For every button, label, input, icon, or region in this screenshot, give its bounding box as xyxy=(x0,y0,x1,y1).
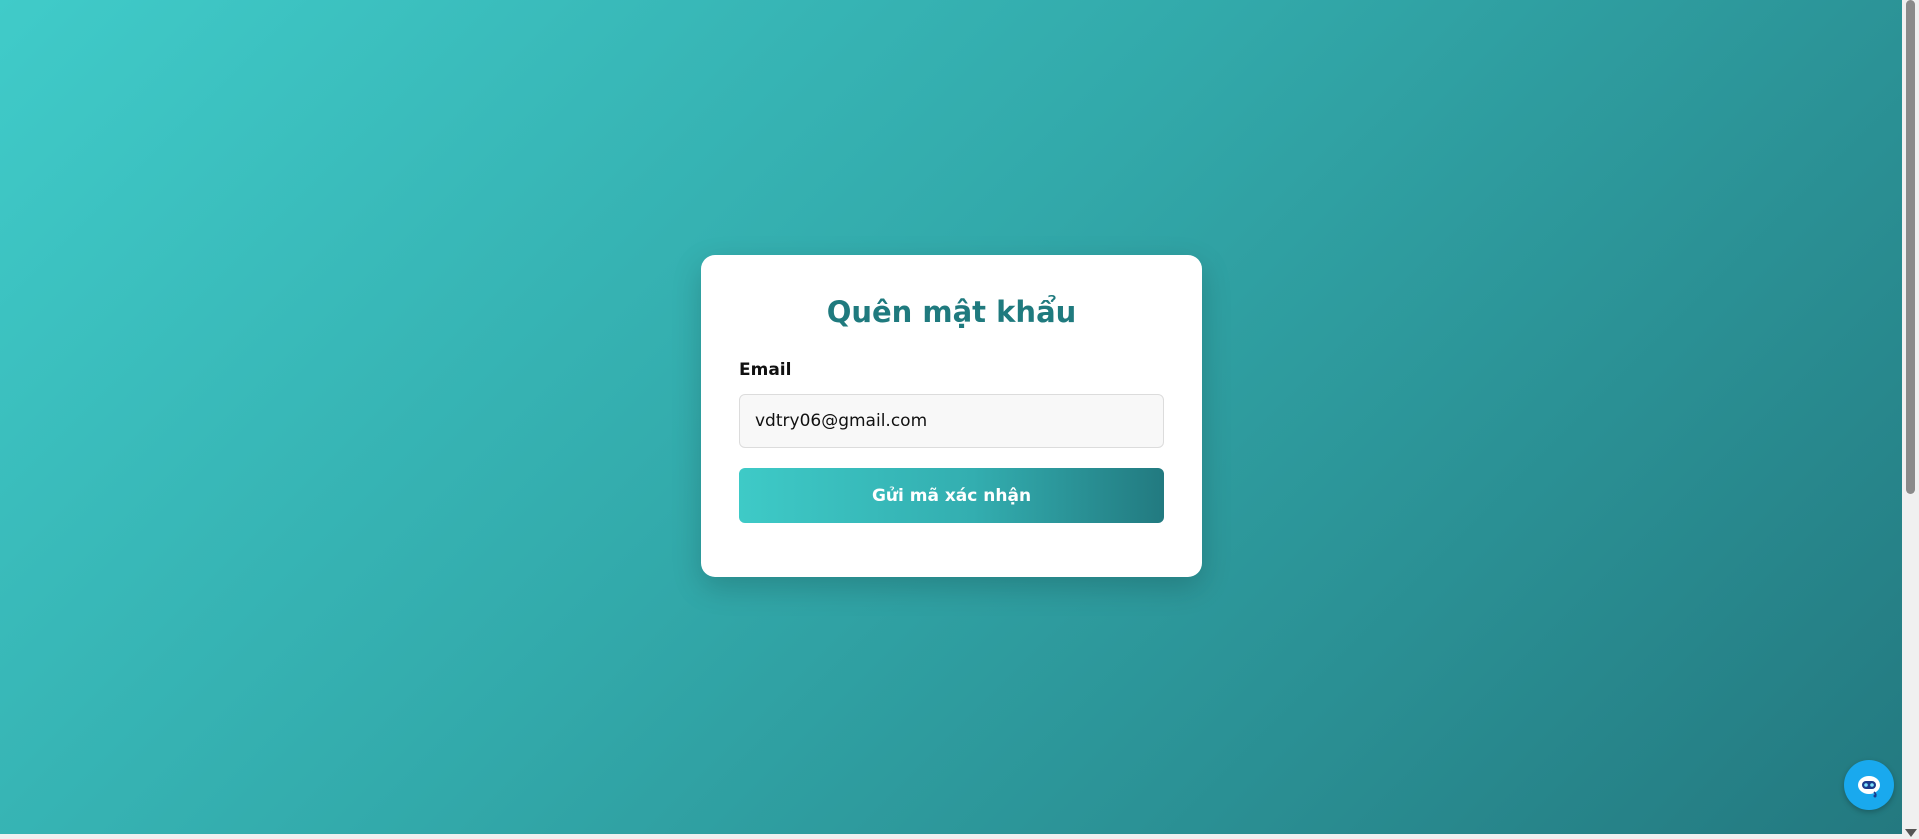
scroll-down-arrow-icon[interactable] xyxy=(1905,829,1917,837)
scrollbar-thumb[interactable] xyxy=(1906,0,1915,494)
chatbot-button[interactable] xyxy=(1844,760,1894,810)
main-content: Quên mật khẩu Email Gửi mã xác nhận xyxy=(0,0,1902,834)
chatbot-icon xyxy=(1858,776,1880,798)
vertical-scrollbar[interactable] xyxy=(1902,0,1919,839)
email-label: Email xyxy=(739,360,792,380)
forgot-password-card: Quên mật khẩu Email Gửi mã xác nhận xyxy=(701,255,1202,577)
email-field[interactable] xyxy=(739,394,1164,448)
send-code-button[interactable]: Gửi mã xác nhận xyxy=(739,468,1164,523)
page-title: Quên mật khẩu xyxy=(826,295,1077,329)
page-background: Quên mật khẩu Email Gửi mã xác nhận xyxy=(0,0,1919,839)
horizontal-scrollbar[interactable] xyxy=(0,834,1902,839)
